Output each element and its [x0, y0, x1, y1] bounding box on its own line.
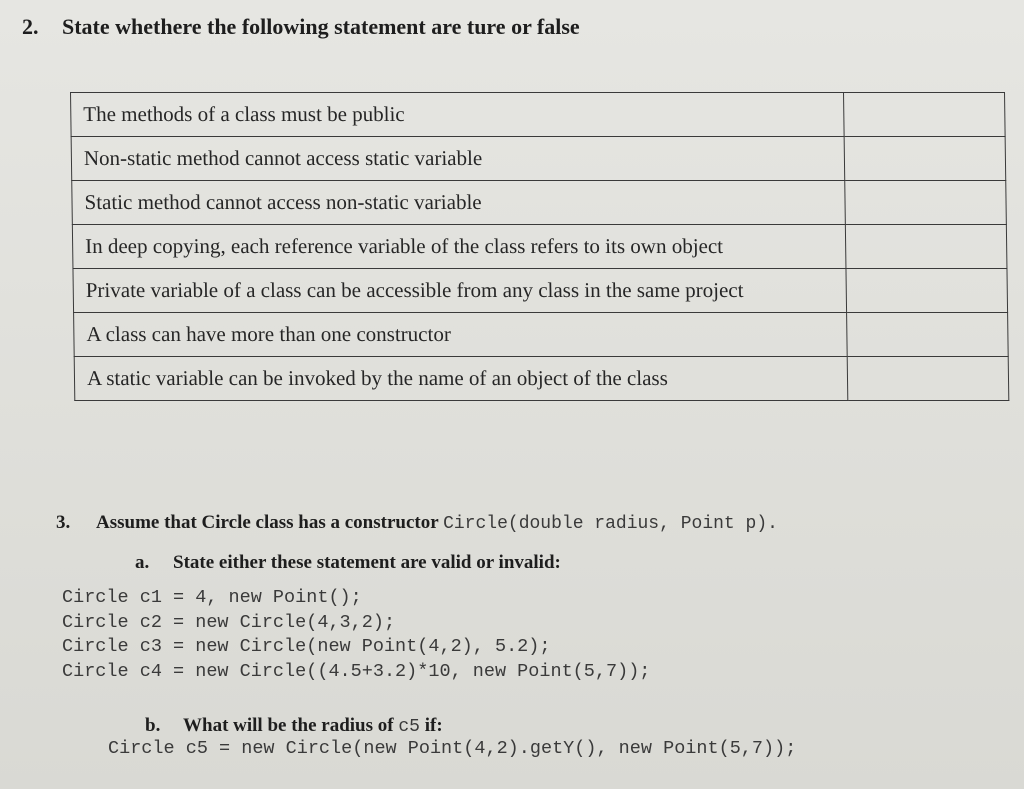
table-row: Private variable of a class can be acces… — [72, 268, 1008, 313]
answer-cell[interactable] — [844, 180, 1007, 225]
statement-cell: A static variable can be invoked by the … — [74, 356, 848, 401]
true-false-table: The methods of a class must be public No… — [70, 92, 1009, 401]
table-row: In deep copying, each reference variable… — [72, 224, 1007, 269]
code-line: Circle c1 = 4, new Point(); — [62, 587, 362, 608]
answer-cell[interactable] — [844, 136, 1006, 181]
part-label: b. — [145, 715, 161, 736]
statement-cell: The methods of a class must be public — [70, 92, 845, 137]
table-row: Non-static method cannot access static v… — [71, 136, 1006, 181]
code-line: Circle c4 = new Circle((4.5+3.2)*10, new… — [62, 660, 651, 682]
part-b-text: What will be the radius of — [183, 715, 399, 736]
table-row: Static method cannot access non-static v… — [71, 180, 1007, 225]
statement-cell: Non-static method cannot access static v… — [71, 136, 845, 181]
code-line: Circle c3 = new Circle(new Point(4,2), 5… — [62, 636, 551, 657]
statement-cell: Private variable of a class can be acces… — [72, 268, 847, 313]
question-number: 2. — [22, 14, 39, 39]
question-number: 3. — [56, 512, 71, 533]
part-a-text: State either these statement are valid o… — [173, 552, 561, 573]
part-b-heading: b. What will be the radius of c5 if: — [145, 715, 443, 737]
answer-cell[interactable] — [846, 312, 1009, 357]
answer-cell[interactable] — [843, 92, 1006, 137]
question-3-heading: 3. Assume that Circle class has a constru… — [56, 512, 778, 534]
part-label: a. — [135, 552, 150, 573]
statement-cell: In deep copying, each reference variable… — [72, 224, 846, 269]
statement-cell: A class can have more than one construct… — [73, 312, 848, 357]
answer-cell[interactable] — [845, 224, 1007, 269]
code-line-b: Circle c5 = new Circle(new Point(4,2).ge… — [108, 738, 797, 759]
constructor-signature: Circle(double radius, Point p). — [443, 514, 778, 534]
table-row: A class can have more than one construct… — [73, 312, 1009, 357]
table-row: The methods of a class must be public — [70, 92, 1006, 137]
code-block-a: Circle c1 = 4, new Point(); Circle c2 = n… — [62, 586, 650, 684]
question-title: State whethere the following statement a… — [62, 14, 580, 39]
part-a-heading: a. State either these statement are valid… — [135, 552, 561, 574]
part-b-text-end: if: — [419, 715, 443, 736]
variable-name: c5 — [398, 717, 420, 737]
question-2-heading: 2. State whethere the following statement… — [22, 14, 580, 40]
table-row: A static variable can be invoked by the … — [74, 356, 1009, 401]
question-intro: Assume that Circle class has a construct… — [96, 512, 444, 533]
answer-cell[interactable] — [845, 268, 1008, 313]
statement-cell: Static method cannot access non-static v… — [71, 180, 846, 225]
code-line: Circle c2 = new Circle(4,3,2); — [62, 611, 396, 633]
answer-cell[interactable] — [847, 356, 1009, 401]
